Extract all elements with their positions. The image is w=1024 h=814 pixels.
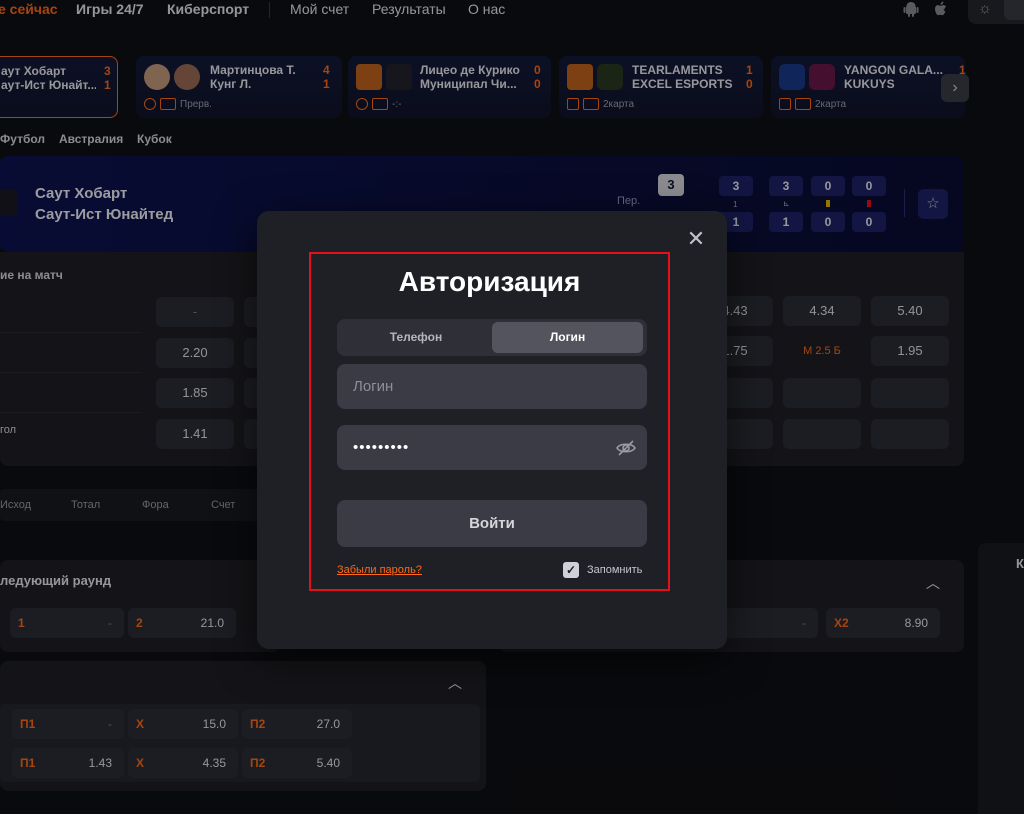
remember-label[interactable]: Запомнить: [587, 564, 642, 576]
close-icon[interactable]: ✕: [686, 228, 706, 250]
login-input[interactable]: [337, 364, 647, 409]
remember-checkbox[interactable]: ✓: [563, 562, 579, 578]
modal-title: Авторизация: [398, 266, 581, 297]
forgot-password-link[interactable]: Забыли пароль?: [337, 564, 422, 576]
tab-phone[interactable]: Телефон: [341, 322, 491, 353]
login-submit-button[interactable]: Войти: [337, 500, 647, 547]
eye-hidden-icon[interactable]: [615, 438, 637, 458]
tab-login[interactable]: Логин: [492, 322, 643, 353]
password-input[interactable]: [337, 425, 647, 470]
